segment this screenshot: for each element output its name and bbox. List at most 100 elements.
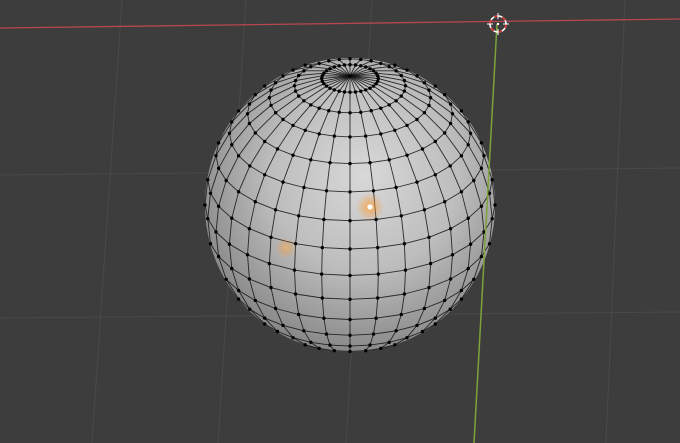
mesh-vertex[interactable] [273, 81, 278, 85]
mesh-vertex[interactable] [374, 82, 378, 86]
mesh-vertex[interactable] [487, 242, 492, 246]
viewport-canvas[interactable] [0, 0, 680, 443]
mesh-vertex[interactable] [353, 63, 358, 67]
mesh-vertex[interactable] [275, 329, 280, 334]
mesh-vertex[interactable] [302, 185, 306, 190]
mesh-vertex[interactable] [216, 254, 221, 259]
mesh-vertex[interactable] [422, 306, 427, 311]
mesh-vertex[interactable] [420, 329, 425, 334]
mesh-vertex[interactable] [293, 78, 298, 83]
mesh-vertex[interactable] [402, 89, 407, 93]
mesh-vertex[interactable] [303, 128, 307, 132]
mesh-vertex[interactable] [415, 74, 419, 78]
3d-viewport[interactable] [0, 0, 680, 443]
mesh-vertex[interactable] [433, 84, 437, 88]
mesh-vertex[interactable] [230, 143, 234, 147]
mesh-vertex[interactable] [348, 349, 352, 354]
mesh-vertex[interactable] [393, 63, 397, 67]
mesh-vertex[interactable] [317, 61, 321, 66]
mesh-vertex[interactable] [297, 312, 301, 317]
mesh-vertex[interactable] [348, 273, 352, 278]
mesh-vertex[interactable] [468, 131, 473, 135]
mesh-vertex[interactable] [405, 123, 409, 128]
mesh-vertex[interactable] [324, 69, 329, 73]
mesh-vertex[interactable] [393, 343, 397, 347]
mesh-vertex[interactable] [448, 307, 452, 311]
mesh-vertex[interactable] [214, 230, 218, 234]
mesh-vertex[interactable] [459, 288, 464, 293]
mesh-vertex[interactable] [281, 74, 285, 78]
mesh-vertex[interactable] [479, 254, 484, 259]
mesh-vertex[interactable] [332, 349, 336, 353]
mesh-vertex[interactable] [297, 94, 301, 98]
mesh-vertex[interactable] [236, 297, 241, 301]
mesh-vertex[interactable] [405, 68, 409, 72]
mesh-vertex[interactable] [328, 343, 332, 347]
mesh-vertex[interactable] [405, 336, 409, 340]
mesh-vertex[interactable] [379, 106, 383, 110]
mesh-vertex[interactable] [379, 61, 383, 66]
mesh-vertex[interactable] [479, 166, 484, 170]
mesh-vertex[interactable] [364, 349, 368, 353]
mesh-vertex[interactable] [448, 102, 453, 106]
mesh-vertex[interactable] [472, 178, 476, 183]
mesh-vertex[interactable] [433, 316, 437, 320]
mesh-vertex[interactable] [368, 343, 372, 347]
mesh-vertex[interactable] [402, 242, 407, 246]
mesh-vertex[interactable] [247, 121, 252, 126]
mesh-vertex[interactable] [267, 96, 272, 100]
mesh-vertex[interactable] [427, 235, 431, 239]
mesh-vertex[interactable] [275, 147, 280, 151]
mesh-vertex[interactable] [291, 336, 295, 340]
mesh-vertex[interactable] [263, 139, 267, 144]
mesh-vertex[interactable] [337, 110, 341, 115]
mesh-vertex[interactable] [348, 190, 352, 194]
mesh-vertex[interactable] [327, 59, 331, 63]
mesh-vertex[interactable] [472, 277, 476, 281]
mesh-vertex[interactable] [368, 161, 372, 165]
mesh-vertex[interactable] [443, 131, 447, 135]
mesh-vertex[interactable] [227, 242, 232, 246]
mesh-vertex[interactable] [348, 111, 352, 115]
mesh-vertex[interactable] [253, 131, 257, 135]
mesh-vertex[interactable] [332, 134, 336, 138]
mesh-vertex[interactable] [387, 103, 391, 107]
mesh-vertex[interactable] [448, 121, 453, 126]
mesh-vertex[interactable] [466, 266, 470, 271]
mesh-vertex[interactable] [263, 84, 267, 88]
mesh-vertex[interactable] [479, 204, 484, 208]
mesh-vertex[interactable] [216, 204, 221, 208]
mesh-vertex[interactable] [324, 84, 329, 88]
mesh-vertex[interactable] [293, 89, 298, 93]
mesh-vertex[interactable] [337, 64, 341, 68]
mesh-vertex[interactable] [443, 298, 447, 303]
mesh-vertex[interactable] [327, 109, 331, 113]
mesh-vertex[interactable] [302, 69, 306, 73]
mesh-vertex[interactable] [348, 90, 352, 94]
mesh-vertex[interactable] [459, 190, 464, 194]
mesh-vertex[interactable] [376, 245, 380, 250]
mesh-vertex[interactable] [348, 344, 352, 348]
mesh-vertex[interactable] [399, 312, 403, 317]
mesh-vertex[interactable] [428, 261, 433, 266]
mesh-vertex[interactable] [269, 88, 273, 92]
mesh-vertex[interactable] [371, 189, 376, 193]
mesh-vertex[interactable] [253, 93, 257, 97]
mesh-vertex[interactable] [415, 323, 419, 328]
mesh-vertex[interactable] [415, 180, 419, 184]
mesh-vertex[interactable] [490, 217, 494, 221]
mesh-vertex[interactable] [493, 203, 497, 207]
mesh-vertex[interactable] [291, 123, 295, 128]
mesh-vertex[interactable] [371, 332, 376, 336]
mesh-vertex[interactable] [466, 120, 470, 124]
mesh-vertex[interactable] [479, 141, 484, 145]
mesh-vertex[interactable] [328, 86, 332, 90]
mesh-vertex[interactable] [420, 147, 425, 151]
mesh-vertex[interactable] [208, 191, 213, 195]
mesh-vertex[interactable] [328, 161, 332, 165]
mesh-vertex-pole[interactable] [348, 74, 352, 78]
mesh-vertex[interactable] [427, 88, 431, 92]
mesh-vertex[interactable] [459, 154, 464, 158]
mesh-vertex[interactable] [433, 139, 437, 144]
mesh-vertex[interactable] [393, 128, 397, 132]
